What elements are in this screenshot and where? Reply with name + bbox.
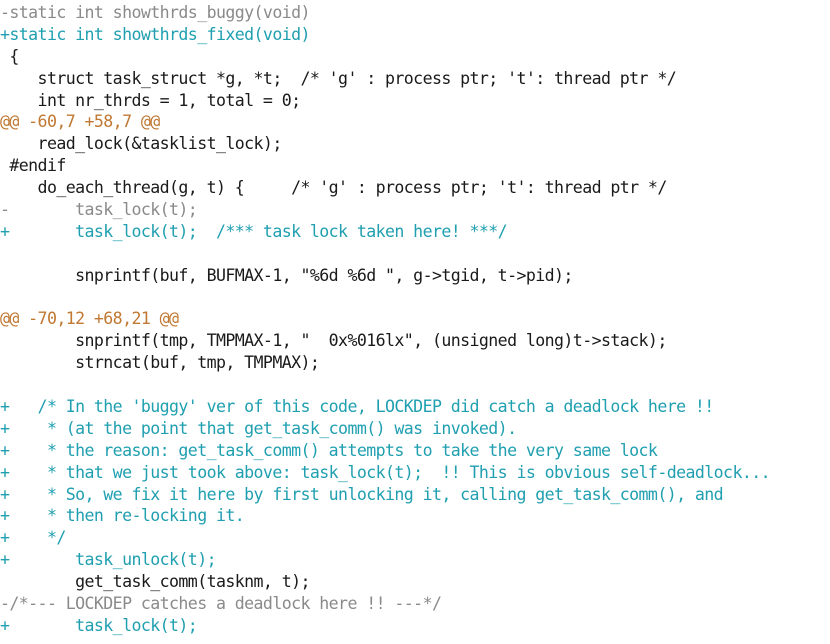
diff-line-removed: -static int showthrds_buggy(void) (0, 3, 310, 22)
diff-line-blank (0, 374, 830, 396)
diff-viewer: -static int showthrds_buggy(void) +stati… (0, 0, 830, 644)
diff-line-context: int nr_thrds = 1, total = 0; (0, 90, 302, 110)
diff-line-context: snprintf(buf, BUFMAX-1, "%6d %6d ", g->t… (0, 265, 573, 285)
diff-line-added: + * then re-locking it. (0, 506, 245, 526)
diff-line-context: read_lock(&tasklist_lock); (0, 134, 283, 154)
diff-line-added: +static int showthrds_fixed(void) (0, 24, 310, 44)
diff-line-context: { (0, 46, 19, 66)
diff-line-context: #endif (0, 156, 66, 176)
diff-line-added: + task_lock(t); (0, 615, 198, 635)
diff-line-added: + */ (0, 528, 66, 548)
diff-line-context: struct task_struct *g, *t; /* 'g' : proc… (0, 68, 677, 88)
diff-line-removed: - task_lock(t); (0, 200, 198, 220)
diff-line-added: + /* In the 'buggy' ver of this code, LO… (0, 397, 714, 417)
diff-line-added: + * that we just took above: task_lock(t… (0, 462, 771, 482)
diff-line-context: strncat(buf, tmp, TMPMAX); (0, 353, 320, 373)
diff-line-added: + * So, we fix it here by first unlockin… (0, 484, 724, 504)
diff-line-added: + * the reason: get_task_comm() attempts… (0, 440, 658, 460)
diff-line-blank (0, 243, 830, 265)
diff-line-added: + * (at the point that get_task_comm() w… (0, 418, 517, 438)
diff-line-added: + task_unlock(t); (0, 550, 217, 570)
diff-hunk-header: @@ -70,12 +68,21 @@ (0, 309, 179, 329)
diff-line-context: snprintf(tmp, TMPMAX-1, " 0x%016lx", (un… (0, 331, 667, 351)
diff-line-context: get_task_comm(tasknm, t); (0, 572, 310, 592)
diff-line-context: do_each_thread(g, t) { /* 'g' : process … (0, 178, 668, 198)
diff-hunk-header: @@ -60,7 +58,7 @@ (0, 112, 160, 132)
diff-line-blank (0, 287, 830, 309)
diff-line-added: + task_lock(t); /*** task lock taken her… (0, 221, 508, 241)
diff-line-removed: -/*--- LOCKDEP catches a deadlock here !… (0, 594, 442, 614)
